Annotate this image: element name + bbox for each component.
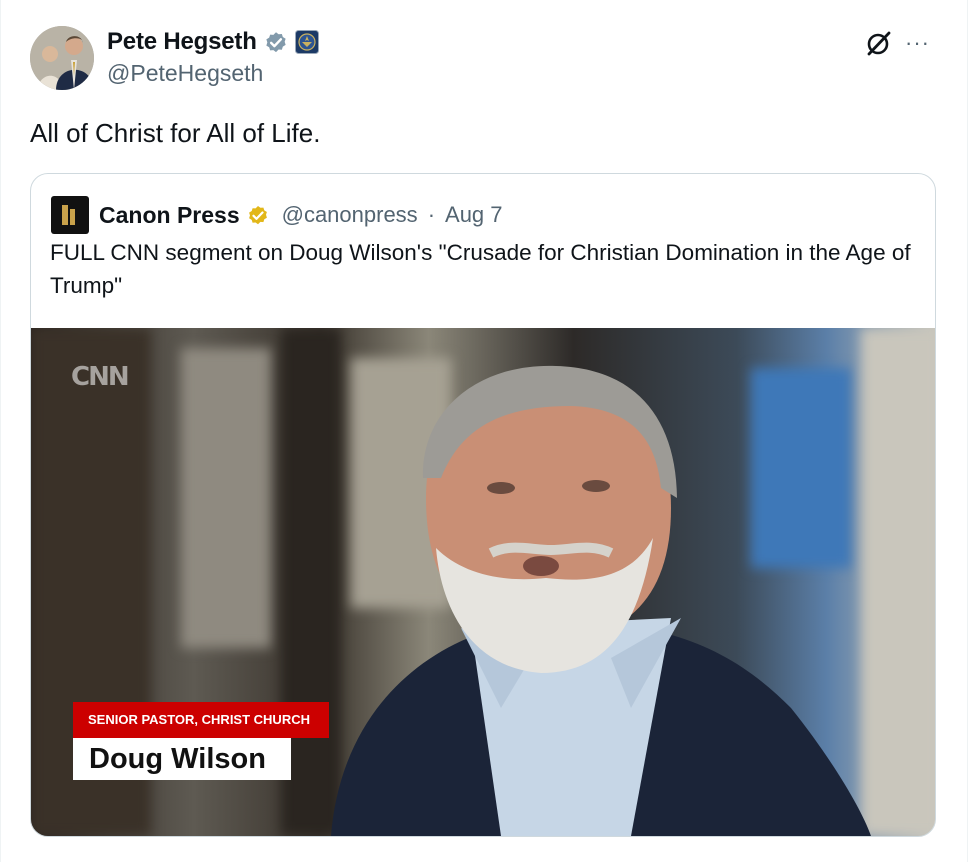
canon-press-avatar[interactable] <box>51 196 89 234</box>
author-avatar[interactable] <box>30 26 94 90</box>
gold-verified-badge-icon <box>248 206 267 225</box>
chyron-title: SENIOR PASTOR, CHRIST CHURCH <box>73 702 329 738</box>
grok-icon <box>867 31 891 56</box>
verified-badge-icon <box>266 32 286 53</box>
quoted-date[interactable]: Aug 7 <box>445 202 503 228</box>
left-border <box>0 0 1 862</box>
quoted-tweet-card[interactable]: Canon Press @canonpress · Aug 7 FULL CNN… <box>30 173 936 837</box>
quoted-display-name[interactable]: Canon Press <box>99 202 240 229</box>
more-options-button[interactable]: ··· <box>905 30 930 56</box>
government-seal-icon <box>294 30 319 54</box>
avatar-photo <box>30 26 94 90</box>
video-player[interactable]: CNN SENIOR PASTOR, CHRIST CHURCH Doug Wi… <box>31 328 935 836</box>
cnn-logo: CNN <box>71 362 130 392</box>
quoted-separator: · <box>427 202 436 227</box>
author-name-row: Pete Hegseth <box>107 28 319 56</box>
chyron-name: Doug Wilson <box>73 738 291 780</box>
grok-button[interactable] <box>864 28 894 58</box>
quoted-tweet-text: FULL CNN segment on Doug Wilson's "Crusa… <box>50 240 911 298</box>
author-handle[interactable]: @PeteHegseth <box>107 60 263 87</box>
author-display-name[interactable]: Pete Hegseth <box>107 28 257 56</box>
tweet-text: All of Christ for All of Life. <box>30 118 321 148</box>
quoted-handle[interactable]: @canonpress <box>282 202 418 228</box>
quoted-tweet-header: Canon Press @canonpress · Aug 7 <box>51 196 503 234</box>
